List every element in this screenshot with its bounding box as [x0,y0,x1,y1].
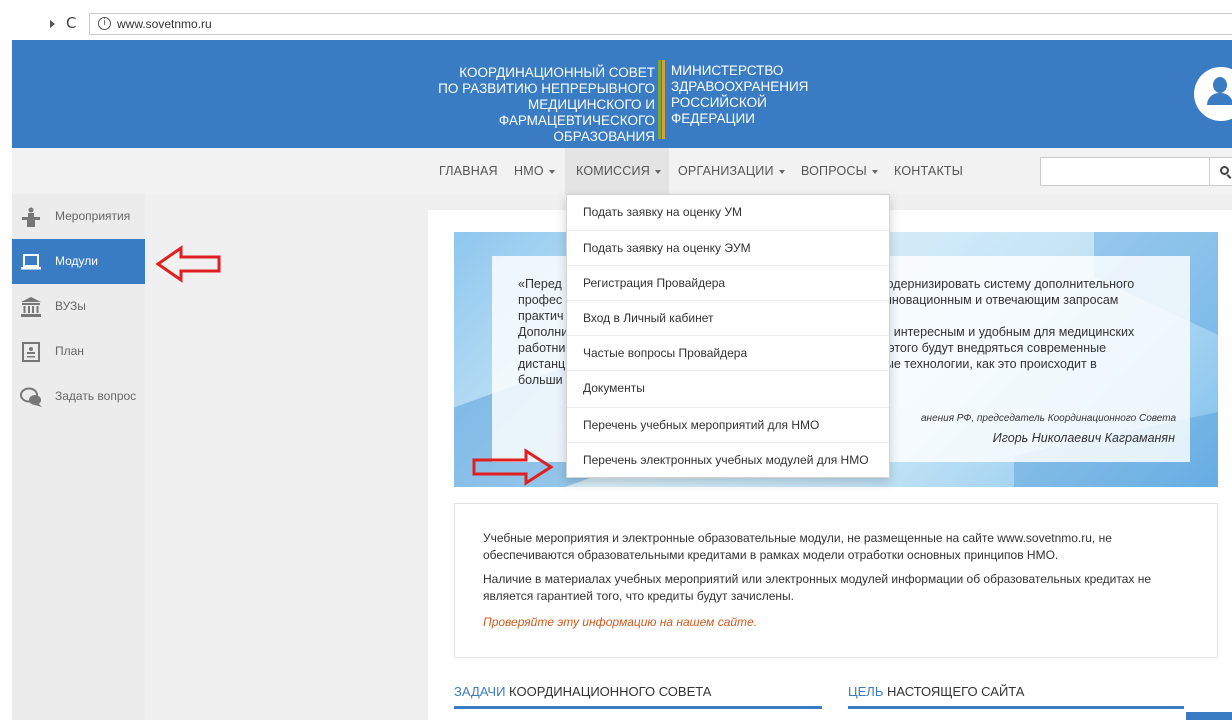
caret-down-icon [871,169,878,174]
sidebar-item-plan[interactable]: План [12,329,145,374]
document-icon [22,342,40,362]
coord-line: МЕДИЦИНСКОГО И [527,97,655,112]
dropdown-item[interactable]: Вход в Личный кабинет [567,300,889,335]
expand-arrow-icon[interactable] [50,20,55,28]
annotation-arrow-right-icon [472,448,554,486]
coord-council-title[interactable]: КООРДИНАЦИОННЫЙ СОВЕТ ПО РАЗВИТИЮ НЕПРЕР… [405,65,655,145]
tasks-heading-highlight: ЗАДАЧИ [454,684,506,699]
dropdown-item[interactable]: Регистрация Провайдера [567,265,889,300]
dropdown-item[interactable]: Документы [567,370,889,405]
logo-divider-green [658,60,661,139]
laptop-icon [21,254,41,270]
commission-dropdown-menu: Подать заявку на оценку УМ Подать заявку… [566,194,890,478]
search-icon-handle [1226,174,1232,179]
dropdown-item[interactable]: Перечень учебных мероприятий для НМО [567,407,889,442]
sidebar-item-ask-question[interactable]: Задать вопрос [12,374,145,419]
nav-label: ГЛАВНАЯ [439,164,498,178]
sidebar-item-modules[interactable]: Модули [12,239,145,284]
url-text[interactable]: www.sovetnmo.ru [117,17,212,31]
quote-attribution: анения РФ, председатель Координационного… [921,413,1176,424]
sidebar-item-label: Модули [55,254,98,268]
nav-item-organizations[interactable]: ОРГАНИЗАЦИИ [678,148,785,194]
quote-line [878,308,1178,324]
ministry-title[interactable]: МИНИСТЕРСТВО ЗДРАВООХРАНЕНИЯ РОССИЙСКОЙ … [671,63,841,127]
nav-label: ВОПРОСЫ [801,164,867,178]
quote-line: я этого будут внедряться современные [878,341,1107,355]
coord-line: ОБРАЗОВАНИЯ [553,129,655,144]
notice-paragraph: Учебные мероприятия и электронные образо… [483,531,1112,562]
sidebar-item-label: ВУЗы [55,299,86,313]
nav-item-nmo[interactable]: НМО [514,148,555,194]
nav-item-commission[interactable]: КОМИССИЯ [565,148,669,194]
coord-line: ПО РАЗВИТИЮ НЕПРЕРЫВНОГО [438,81,655,96]
sidebar-item-events[interactable]: Мероприятия [12,194,145,239]
reload-icon[interactable]: C [66,14,76,32]
ministry-line: РОССИЙСКОЙ [671,95,767,110]
browser-toolbar: C i www.sovetnmo.ru [0,0,1232,40]
ministry-line: МИНИСТЕРСТВО [671,63,784,78]
user-avatar-icon[interactable] [1194,67,1232,121]
avatar-body [1207,93,1232,105]
logo-divider-orange [662,60,665,139]
caret-down-icon [654,169,661,174]
quote-author: Игорь Николаевич Каграманян [992,431,1175,445]
dropdown-item[interactable]: Частые вопросы Провайдера [567,335,889,370]
quote-line: ть интересным и удобным для медицинских [878,325,1135,339]
nav-label: КОНТАКТЫ [894,164,964,178]
notice-paragraph: Наличие в материалах учебных мероприятий… [483,572,1152,603]
search-button[interactable] [1209,157,1232,186]
search-input[interactable] [1040,157,1210,186]
quote-line: инновационным и отвечающим запросам [878,293,1119,307]
nav-item-contacts[interactable]: КОНТАКТЫ [894,148,963,194]
tasks-heading-rest: КООРДИНАЦИОННОГО СОВЕТА [505,684,712,699]
university-icon [21,297,41,317]
podium-icon [22,207,40,227]
address-bar[interactable]: i www.sovetnmo.ru [89,13,1232,35]
dropdown-item[interactable]: Перечень электронных учебных модулей для… [567,442,889,477]
goal-heading-highlight: ЦЕЛЬ [848,684,884,699]
ministry-line: ФЕДЕРАЦИИ [671,111,755,126]
goal-underline-tail [1186,712,1232,720]
tasks-heading: ЗАДАЧИ КООРДИНАЦИОННОГО СОВЕТА [454,684,711,699]
site-header: КООРДИНАЦИОННЫЙ СОВЕТ ПО РАЗВИТИЮ НЕПРЕР… [12,40,1232,148]
caret-down-icon [778,169,785,174]
avatar-head [1213,77,1227,93]
caret-down-icon [548,169,555,174]
goal-heading: ЦЕЛЬ НАСТОЯЩЕГО САЙТА [848,684,1024,699]
nav-label: ОРГАНИЗАЦИИ [678,164,774,178]
chat-bubbles-icon [20,387,42,407]
goal-heading-rest: НАСТОЯЩЕГО САЙТА [883,684,1025,699]
ministry-line: ЗДРАВООХРАНЕНИЯ [671,79,809,94]
sidebar-item-label: План [55,344,84,358]
sidebar-item-label: Мероприятия [55,209,131,223]
quote-line: ные технологии, как это происходит в [878,357,1097,371]
dropdown-item[interactable]: Подать заявку на оценку УМ [567,195,889,230]
annotation-arrow-left-icon [155,245,221,283]
nav-item-questions[interactable]: ВОПРОСЫ [801,148,878,194]
notice-box: Учебные мероприятия и электронные образо… [454,503,1218,658]
nav-label: КОМИССИЯ [576,164,650,178]
coord-line: КООРДИНАЦИОННЫЙ СОВЕТ [459,65,655,80]
info-icon[interactable]: i [98,17,111,30]
quote-line: модернизировать систему дополнительного [878,277,1135,291]
nav-item-home[interactable]: ГЛАВНАЯ [439,148,498,194]
main-navigation: ГЛАВНАЯ НМО КОМИССИЯ ОРГАНИЗАЦИИ ВОПРОСЫ… [12,148,1232,194]
goal-underline [848,706,1184,709]
sidebar: Мероприятия Модули ВУЗы План Задать вопр… [12,194,145,720]
notice-warning: Проверяйте эту информацию на нашем сайте… [483,615,758,629]
nav-label: НМО [514,164,544,178]
coord-line: ФАРМАЦЕВТИЧЕСКОГО [498,113,655,128]
sidebar-item-label: Задать вопрос [55,389,137,403]
dropdown-item[interactable]: Подать заявку на оценку ЭУМ [567,230,889,265]
sidebar-item-universities[interactable]: ВУЗы [12,284,145,329]
tasks-underline [454,706,822,709]
quote-text-right: модернизировать систему дополнительного … [878,276,1178,372]
